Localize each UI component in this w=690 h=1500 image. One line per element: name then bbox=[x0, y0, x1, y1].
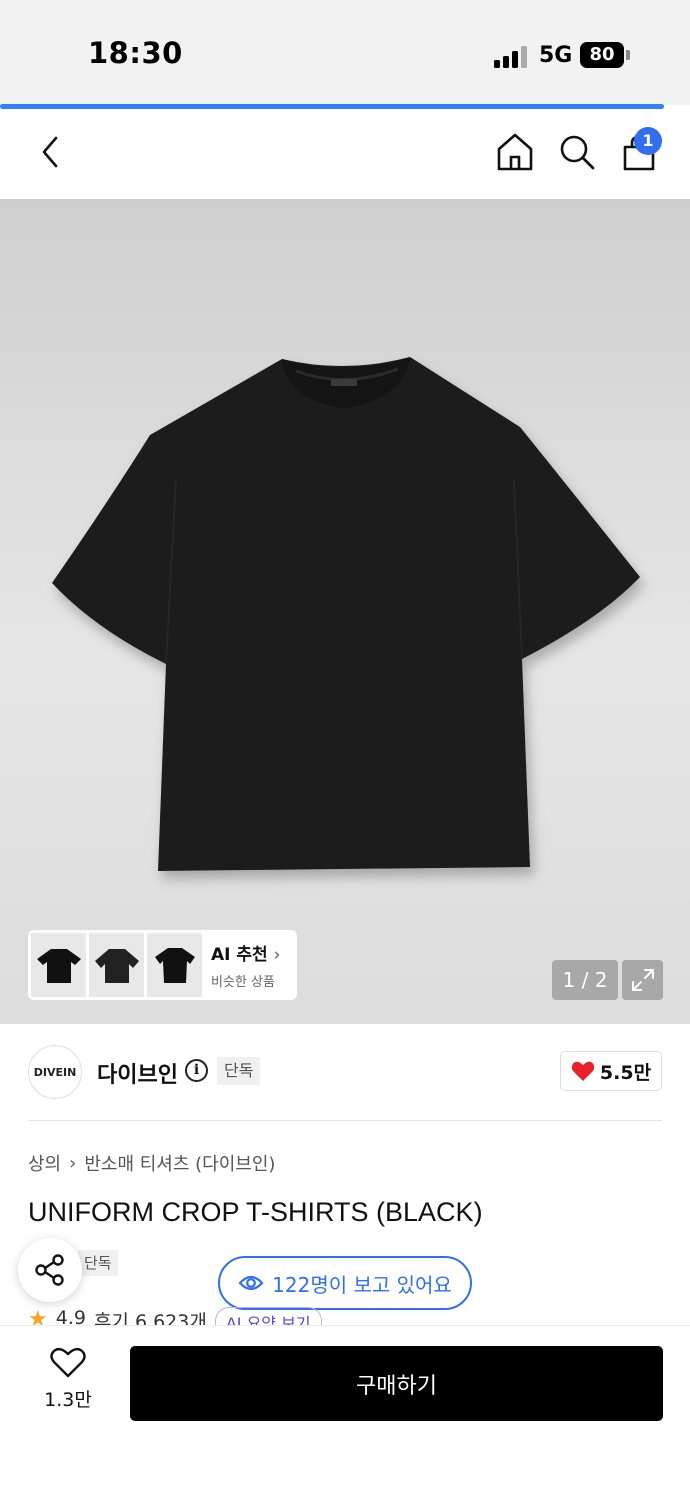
product-title: UNIFORM CROP T-SHIRTS (BLACK) bbox=[28, 1197, 483, 1227]
rating-value: 4.9 bbox=[55, 1307, 86, 1325]
brand-name[interactable]: 다이브인 bbox=[97, 1057, 178, 1089]
divider bbox=[28, 1120, 662, 1121]
chevron-right-icon: › bbox=[273, 945, 281, 965]
eye-icon bbox=[238, 1275, 264, 1291]
back-icon[interactable] bbox=[30, 130, 70, 174]
breadcrumb: 상의 › 반소매 티셔츠 (다이브인) bbox=[28, 1150, 275, 1176]
image-pager: 1 / 2 bbox=[552, 960, 618, 1000]
viewers-count-pill: 122명이 보고 있어요 bbox=[218, 1256, 472, 1310]
status-time: 18:30 bbox=[88, 36, 183, 70]
product-tshirt-image bbox=[52, 357, 640, 871]
recommend-thumb-1[interactable] bbox=[31, 933, 86, 997]
battery-icon: 80 bbox=[580, 42, 624, 68]
chevron-right-icon: › bbox=[69, 1152, 77, 1174]
recommend-thumb-2[interactable] bbox=[89, 933, 144, 997]
share-icon[interactable] bbox=[18, 1238, 82, 1302]
heart-filled-icon bbox=[571, 1061, 595, 1081]
breadcrumb-subcategory[interactable]: 반소매 티셔츠 (다이브인) bbox=[84, 1150, 275, 1176]
viewers-count-text: 122명이 보고 있어요 bbox=[272, 1272, 452, 1297]
network-type: 5G bbox=[539, 43, 573, 68]
expand-icon[interactable] bbox=[622, 960, 663, 1000]
cart-count-badge: 1 bbox=[634, 127, 662, 155]
product-exclusive-badge: 단독 bbox=[78, 1250, 118, 1276]
brand-like-button[interactable]: 5.5만 bbox=[560, 1051, 662, 1091]
info-icon[interactable]: i bbox=[185, 1059, 208, 1082]
signal-icon bbox=[494, 44, 528, 68]
product-image-gallery[interactable]: AI 추천 › 비슷한 상품 1 / 2 bbox=[0, 199, 690, 1024]
star-icon: ★ bbox=[28, 1307, 48, 1325]
exclusive-badge: 단독 bbox=[217, 1057, 261, 1085]
rating-row: ★ 4.9 후기 6,623개 AI 요약 보기 bbox=[28, 1307, 428, 1325]
breadcrumb-category[interactable]: 상의 bbox=[28, 1150, 61, 1176]
ai-summary-button[interactable]: AI 요약 보기 bbox=[214, 1307, 322, 1325]
heart-outline-icon bbox=[50, 1347, 86, 1378]
brand-like-count: 5.5만 bbox=[599, 1061, 652, 1084]
ai-recommend-title: AI 추천 bbox=[211, 945, 268, 965]
brand-logo[interactable]: DIVEIN bbox=[28, 1045, 82, 1099]
buy-button[interactable]: 구매하기 bbox=[130, 1346, 663, 1421]
wishlist-button[interactable]: 1.3만 bbox=[30, 1347, 106, 1419]
wishlist-count: 1.3만 bbox=[44, 1389, 92, 1411]
battery-tip bbox=[626, 50, 630, 60]
ai-recommend-subtitle: 비슷한 상품 bbox=[211, 975, 275, 990]
search-icon[interactable] bbox=[556, 130, 598, 174]
ai-recommend-strip[interactable]: AI 추천 › 비슷한 상품 bbox=[28, 930, 297, 1000]
home-icon[interactable] bbox=[494, 130, 536, 174]
recommend-thumb-3[interactable] bbox=[147, 933, 202, 997]
review-count[interactable]: 후기 6,623개 bbox=[94, 1307, 207, 1325]
ai-recommend-label[interactable]: AI 추천 › 비슷한 상품 bbox=[211, 940, 280, 990]
status-bar: 18:30 5G 80 bbox=[0, 0, 690, 105]
